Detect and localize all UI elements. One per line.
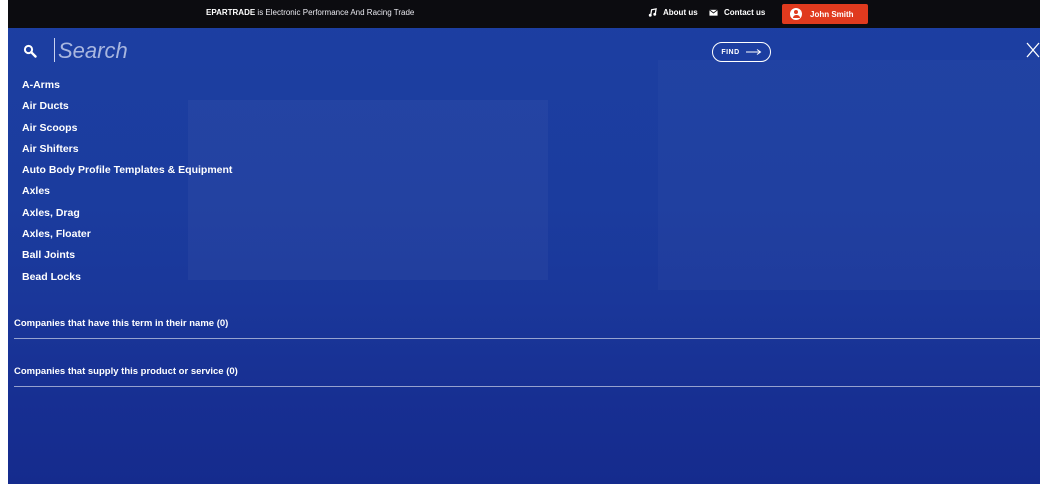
arrow-right-icon (745, 49, 762, 55)
companies-supply-heading: Companies that supply this product or se… (14, 366, 238, 377)
site-tagline: EPARTRADE is Electronic Performance And … (206, 8, 414, 17)
find-label: FIND (721, 48, 740, 56)
search-icon (23, 44, 37, 58)
about-us-label: About us (663, 8, 698, 17)
top-bar: EPARTRADE is Electronic Performance And … (8, 0, 1040, 28)
result-item[interactable]: A-Arms (22, 75, 232, 96)
envelope-icon (709, 9, 718, 16)
section-divider (14, 386, 1040, 387)
search-input[interactable] (58, 36, 658, 66)
about-us-link[interactable]: About us (648, 8, 698, 17)
companies-name-match-heading: Companies that have this term in their n… (14, 318, 229, 329)
result-item[interactable]: Air Scoops (22, 118, 232, 139)
result-item[interactable]: Air Shifters (22, 139, 232, 160)
brand-name: EPARTRADE (206, 8, 256, 17)
search-overlay: EPARTRADE is Electronic Performance And … (8, 0, 1040, 484)
text-cursor (54, 38, 55, 62)
user-account-button[interactable]: John Smith (782, 4, 868, 24)
close-icon[interactable] (1026, 42, 1040, 58)
result-item[interactable]: Axles, Drag (22, 203, 232, 224)
contact-us-label: Contact us (724, 8, 766, 17)
user-avatar-icon (790, 8, 802, 20)
result-item[interactable]: Ball Joints (22, 245, 232, 266)
result-item[interactable]: Bead Locks (22, 267, 232, 288)
music-note-icon (648, 8, 657, 17)
search-results-list: A-Arms Air Ducts Air Scoops Air Shifters… (22, 75, 232, 288)
result-item[interactable]: Air Ducts (22, 96, 232, 117)
contact-us-link[interactable]: Contact us (709, 8, 765, 17)
section-divider (14, 338, 1040, 339)
tagline-text: is Electronic Performance And Racing Tra… (255, 8, 415, 17)
result-item[interactable]: Axles, Floater (22, 224, 232, 245)
result-item[interactable]: Auto Body Profile Templates & Equipment (22, 160, 232, 181)
find-button[interactable]: FIND (712, 42, 771, 62)
user-name: John Smith (810, 9, 854, 19)
result-item[interactable]: Axles (22, 181, 232, 202)
